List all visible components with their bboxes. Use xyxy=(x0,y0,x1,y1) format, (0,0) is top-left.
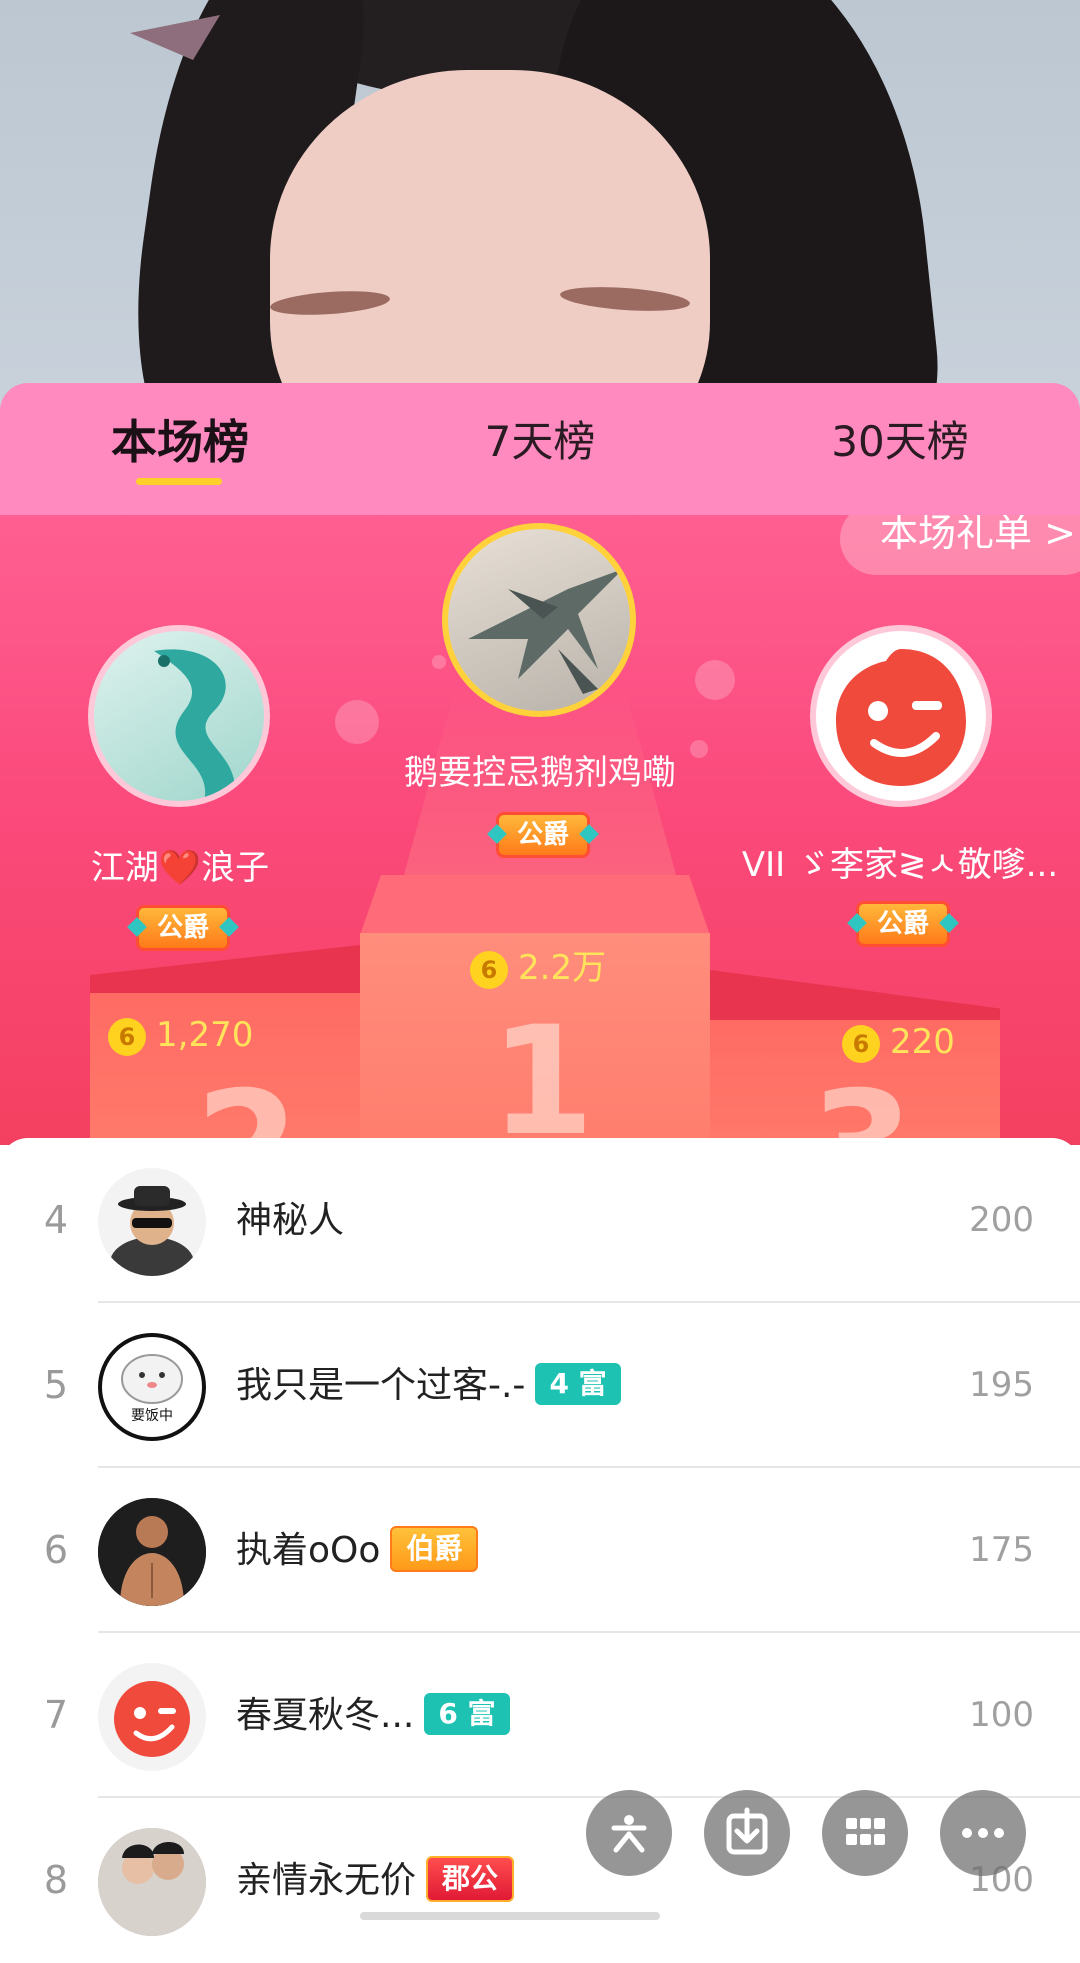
mystery-person-icon xyxy=(110,1186,194,1276)
list-username: 神秘人 xyxy=(236,1138,344,1303)
rank-1-name: 鹅要控忌鹅剂鸡嘞 xyxy=(404,753,676,793)
podium-rank-2-number: 2 xyxy=(195,1060,299,1145)
rank-2-name: 江湖❤️浪子 xyxy=(90,848,270,888)
list-username-text: 神秘人 xyxy=(236,1200,345,1241)
coin-icon: 6 xyxy=(470,950,508,989)
list-item[interactable]: 8 亲情永无价 郡公 100 xyxy=(0,1798,1080,1963)
coin-icon: 6 xyxy=(842,1024,880,1063)
decorative-bubble xyxy=(335,700,379,744)
rank-2-score: 6 1,270 xyxy=(108,1015,253,1056)
tab-7-days[interactable]: 7天榜 xyxy=(420,383,660,515)
top-three-podium: 本场礼单 > 1 2 3 鹅要控忌鹅剂鸡嘞 公爵 6 2.2万 江湖❤️浪子 公爵… xyxy=(0,515,1080,1145)
gift-list-button[interactable]: 本场礼单 > xyxy=(840,515,1080,575)
muscle-man-avatar[interactable] xyxy=(98,1498,206,1606)
grid-menu-button[interactable] xyxy=(822,1790,908,1876)
list-username: 春夏秋冬... 6 富 xyxy=(236,1633,510,1798)
home-indicator xyxy=(360,1912,660,1920)
tab-30-days[interactable]: 30天榜 xyxy=(780,383,1020,515)
rank-3-score: 6 220 xyxy=(842,1022,955,1063)
podium-block-2-top xyxy=(90,945,360,995)
list-item[interactable]: 5 要饭中 我只是一个过客-.- 4 富 195 xyxy=(0,1303,1080,1468)
list-score: 175 xyxy=(969,1530,1034,1570)
sparkle-button[interactable] xyxy=(586,1790,672,1876)
noble-title-badge: 伯爵 xyxy=(390,1526,479,1572)
list-score: 100 xyxy=(969,1695,1034,1735)
download-icon xyxy=(726,1807,768,1855)
rank-3-score-value: 220 xyxy=(890,1022,955,1062)
coin-icon: 6 xyxy=(108,1017,146,1056)
rank-3-name: VII ゞ李家≷ㅅ敬嗲... xyxy=(741,845,1059,885)
list-username: 我只是一个过客-.- 4 富 xyxy=(236,1303,621,1468)
list-rank: 7 xyxy=(43,1693,69,1737)
podium-rank-3-number: 3 xyxy=(810,1060,914,1145)
rank-3-title-badge: 公爵 xyxy=(856,901,951,947)
podium-block-1-top xyxy=(360,875,710,935)
list-username: 执着oOo 伯爵 xyxy=(236,1468,479,1633)
list-score: 195 xyxy=(969,1365,1034,1405)
rank-2-avatar[interactable] xyxy=(88,625,270,807)
wealth-level-badge: 6 富 xyxy=(424,1693,510,1735)
more-button[interactable] xyxy=(940,1790,1026,1876)
list-rank: 5 xyxy=(43,1363,69,1407)
hamster-avatar[interactable]: 要饭中 xyxy=(98,1333,206,1441)
rank-2-title-badge: 公爵 xyxy=(136,905,231,951)
sparkle-icon xyxy=(611,1815,647,1853)
rank-1-score-value: 2.2万 xyxy=(518,948,607,988)
list-rank: 6 xyxy=(43,1528,69,1572)
rank-1-avatar[interactable] xyxy=(442,523,636,717)
rank-1-score: 6 2.2万 xyxy=(470,940,606,989)
list-username-text: 春夏秋冬... xyxy=(236,1695,415,1736)
wealth-level-badge: 4 富 xyxy=(535,1363,621,1405)
list-score: 200 xyxy=(969,1200,1034,1240)
ranking-tab-bar: 本场榜 7天榜 30天榜 xyxy=(0,383,1080,515)
list-item[interactable]: 6 执着oOo 伯爵 175 xyxy=(0,1468,1080,1633)
list-username-text: 执着oOo xyxy=(236,1530,381,1571)
red-wink-face-icon xyxy=(114,1681,190,1757)
list-username-text: 我只是一个过客-.- xyxy=(236,1365,526,1406)
podium-rank-1-number: 1 xyxy=(490,995,595,1145)
mystery-person-avatar[interactable] xyxy=(98,1168,206,1276)
face-shape xyxy=(270,70,710,420)
podium-block-3-top xyxy=(710,970,1000,1025)
noble-title-badge: 郡公 xyxy=(426,1856,515,1902)
rank-1-title-badge: 公爵 xyxy=(496,812,591,858)
more-icon xyxy=(962,1828,1004,1838)
red-wink-face-icon xyxy=(836,649,966,786)
download-button[interactable] xyxy=(704,1790,790,1876)
list-item[interactable]: 7 春夏秋冬... 6 富 100 xyxy=(0,1633,1080,1798)
tab-this-session[interactable]: 本场榜 xyxy=(60,383,300,515)
list-username: 亲情永无价 郡公 xyxy=(236,1798,515,1963)
rank-2-score-value: 1,270 xyxy=(156,1015,254,1055)
dragon-icon xyxy=(154,649,236,801)
grid-icon xyxy=(846,1818,885,1845)
decorative-bubble xyxy=(432,655,446,669)
list-username-text: 亲情永无价 xyxy=(236,1860,417,1901)
list-rank: 4 xyxy=(43,1198,69,1242)
list-rank: 8 xyxy=(43,1858,69,1902)
active-tab-indicator xyxy=(136,478,222,485)
streamer-video-background xyxy=(0,0,1080,420)
muscle-man-icon xyxy=(98,1498,206,1606)
rank-3-avatar[interactable] xyxy=(810,625,992,807)
red-wink-avatar[interactable] xyxy=(98,1663,206,1771)
list-item[interactable]: 4 神秘人 200 xyxy=(0,1138,1080,1303)
avatar-caption: 要饭中 xyxy=(131,1408,173,1424)
decorative-bubble xyxy=(695,660,735,700)
ranking-list: 4 神秘人 200 5 要饭中 我只是一个过客-.- 4 富 195 6 执着o… xyxy=(0,1138,1080,1938)
